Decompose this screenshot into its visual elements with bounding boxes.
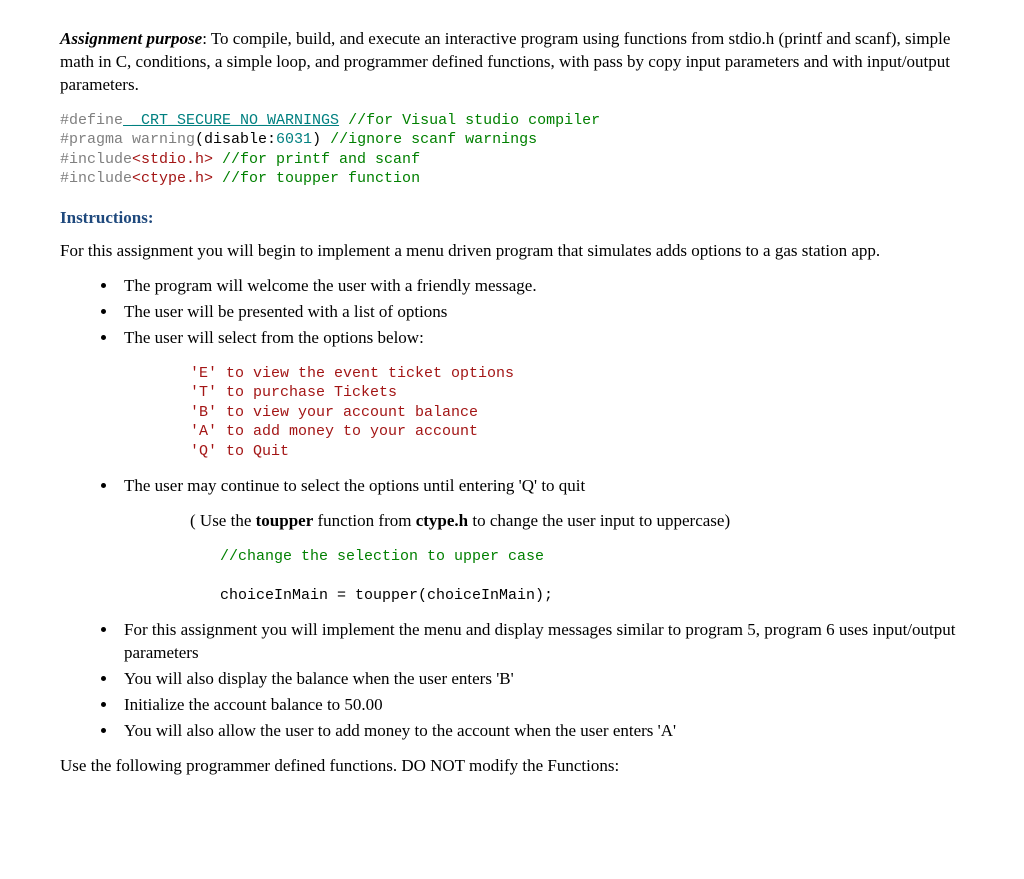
list-item: You will also display the balance when t… (118, 668, 964, 691)
toupper-suffix: to change the user input to uppercase) (468, 511, 730, 530)
footer-text: Use the following programmer defined fun… (60, 755, 964, 778)
toupper-code-block: //change the selection to upper case cho… (220, 547, 964, 606)
code-pragma-num: 6031 (276, 131, 312, 148)
code-pragma-args: (disable: (195, 131, 276, 148)
intro-paragraph: For this assignment you will begin to im… (60, 240, 964, 263)
list-item: Initialize the account balance to 50.00 (118, 694, 964, 717)
code-include1: #include (60, 151, 132, 168)
code-pragma: #pragma warning (60, 131, 195, 148)
list-item: The user may continue to select the opti… (118, 475, 964, 498)
list-item: You will also allow the user to add mone… (118, 720, 964, 743)
continue-bullet-list: The user may continue to select the opti… (60, 475, 964, 498)
list-item: The program will welcome the user with a… (118, 275, 964, 298)
toupper-mid: function from (313, 511, 415, 530)
code-stdio-comment: //for printf and scanf (213, 151, 420, 168)
toupper-prefix: ( Use the (190, 511, 256, 530)
menu-line-1: 'E' to view the event ticket options (190, 365, 514, 382)
assignment-purpose: Assignment purpose: To compile, build, a… (60, 28, 964, 97)
code-ctype-comment: //for toupper function (213, 170, 420, 187)
top-code-block: #define _CRT_SECURE_NO_WARNINGS //for Vi… (60, 111, 964, 189)
instructions-heading: Instructions: (60, 207, 964, 230)
menu-line-5: 'Q' to Quit (190, 443, 289, 460)
code-crt: _CRT_SECURE_NO_WARNINGS (123, 112, 339, 129)
toupper-comment: //change the selection to upper case (220, 548, 544, 565)
list-item: The user will be presented with a list o… (118, 301, 964, 324)
purpose-label: Assignment purpose (60, 29, 202, 48)
code-pragma-close: ) (312, 131, 321, 148)
code-define: #define (60, 112, 123, 129)
menu-line-4: 'A' to add money to your account (190, 423, 478, 440)
menu-code-block: 'E' to view the event ticket options 'T'… (190, 364, 964, 462)
code-pragma-comment: //ignore scanf warnings (321, 131, 537, 148)
toupper-line: choiceInMain = toupper(choiceInMain); (220, 587, 553, 604)
toupper-bold: toupper (256, 511, 314, 530)
toupper-note: ( Use the toupper function from ctype.h … (190, 510, 964, 533)
menu-line-2: 'T' to purchase Tickets (190, 384, 397, 401)
menu-line-3: 'B' to view your account balance (190, 404, 478, 421)
code-crt-comment: //for Visual studio compiler (339, 112, 600, 129)
list-item: The user will select from the options be… (118, 327, 964, 350)
code-stdio: <stdio.h> (132, 151, 213, 168)
code-include2: #include (60, 170, 132, 187)
code-ctype: <ctype.h> (132, 170, 213, 187)
top-bullet-list: The program will welcome the user with a… (60, 275, 964, 350)
list-item: For this assignment you will implement t… (118, 619, 964, 665)
ctype-bold: ctype.h (416, 511, 468, 530)
bottom-bullet-list: For this assignment you will implement t… (60, 619, 964, 743)
